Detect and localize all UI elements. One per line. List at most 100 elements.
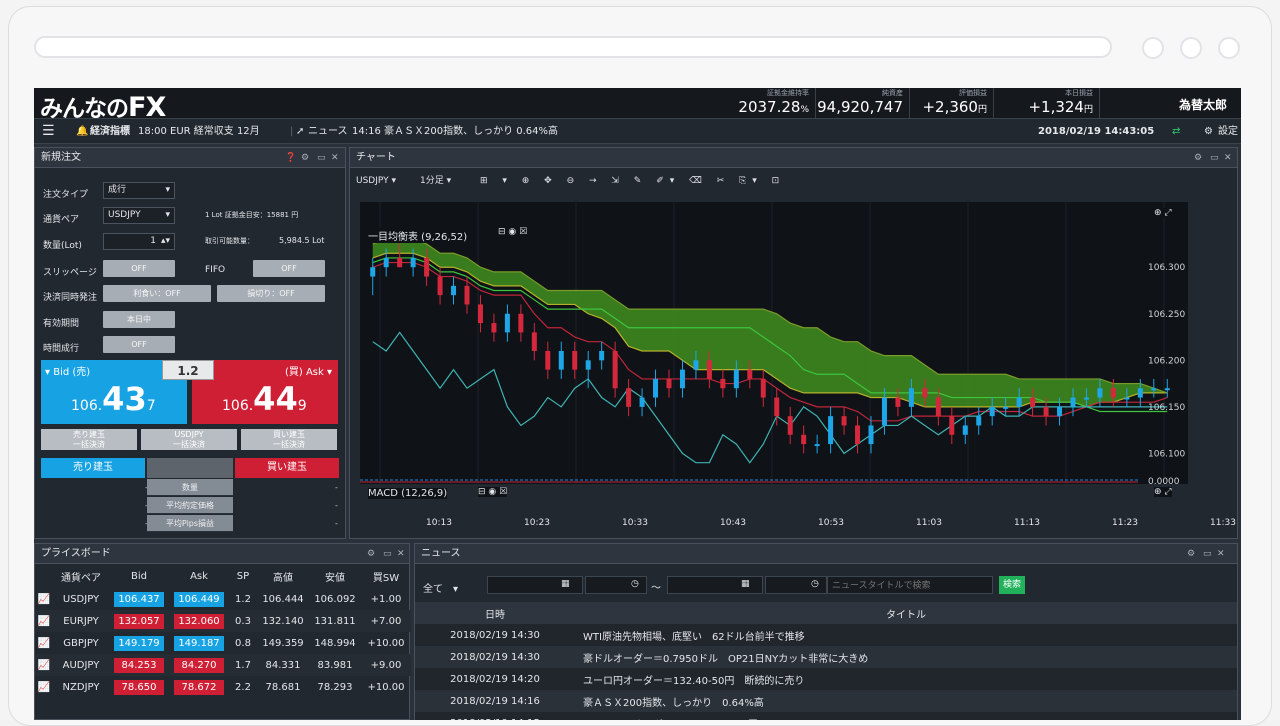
stat-margin-ratio: 証拠金維持率 2037.28%	[710, 88, 816, 118]
candle	[895, 397, 901, 407]
buy-settle-all-button[interactable]: 買い建玉 一括決済	[241, 429, 337, 450]
window-button[interactable]	[1180, 37, 1202, 59]
candle	[774, 397, 780, 417]
news-search-button[interactable]: 検索	[999, 576, 1025, 594]
refresh-icon[interactable]: ⇄	[1172, 119, 1180, 144]
time-market-toggle[interactable]: OFF	[103, 336, 175, 353]
settings-label[interactable]: 設定	[1218, 119, 1238, 144]
price-row[interactable]: 📈 GBPJPY 149.179 149.187 0.8 149.359 148…	[35, 632, 411, 654]
candle	[666, 378, 672, 389]
chart-icon[interactable]: 📈	[35, 588, 53, 610]
minimize-icon[interactable]: ▭	[383, 544, 392, 564]
stop-loss-button[interactable]: 損切り：OFF	[217, 285, 325, 302]
candle	[1083, 397, 1089, 400]
app-header: みんなのFX 証拠金維持率 2037.28% 純資産 94,920,747円 評…	[34, 88, 1241, 133]
macd-label: MACD (12,26,9)	[368, 488, 448, 499]
bid-cell[interactable]: 106.437	[114, 591, 164, 607]
macd-expand-icon[interactable]: ⊕ ⤢	[1154, 487, 1172, 497]
gear-icon[interactable]: ⚙	[1204, 119, 1213, 144]
news-row[interactable]: 2018/02/19 14:16 豪ＡＳＸ200指数、しっかり 0.64%高	[415, 690, 1237, 712]
candle	[653, 378, 659, 398]
calendar-icon[interactable]: ▦	[561, 579, 570, 589]
minimize-icon[interactable]: ▭	[1210, 148, 1219, 168]
chart-pair-select[interactable]: USDJPY ▾	[356, 172, 396, 190]
chart-expand-icon[interactable]: ⊕ ⤢	[1154, 208, 1172, 218]
alert-text[interactable]: 18:00 EUR 経常収支 12月	[138, 119, 260, 144]
expiry-button[interactable]: 本日中	[103, 311, 175, 328]
tradable-label: 取引可能数量：	[205, 237, 254, 245]
chart-icon[interactable]: 📈	[35, 676, 53, 698]
bid-price: 106.437	[71, 380, 156, 418]
close-icon[interactable]: ✕	[1217, 544, 1225, 564]
buy-positions-tab[interactable]: 買い建玉	[235, 458, 339, 478]
news-row[interactable]: 2018/02/19 14:20 ユーロ円オーダー＝132.40-50円 断続的…	[415, 668, 1237, 690]
tradable-value: 5,984.5 Lot	[279, 236, 325, 245]
clock-icon[interactable]: ◷	[631, 579, 639, 589]
rocket-icon: ➚	[296, 126, 305, 137]
address-bar[interactable]	[34, 36, 1112, 58]
gear-icon[interactable]: ⚙	[301, 148, 309, 168]
bid-cell[interactable]: 84.253	[114, 657, 164, 673]
fifo-toggle[interactable]: OFF	[253, 260, 325, 277]
clock-icon[interactable]: ◷	[811, 579, 819, 589]
candle	[855, 425, 861, 445]
pair-settle-all-button[interactable]: USDJPY 一括決済	[141, 429, 237, 450]
calendar-icon[interactable]: ▦	[741, 579, 750, 589]
chart-toolbar[interactable]: ⊞ ▾ ⊕ ✥ ⊖ → ⇲ ✎ ✐▾ ⌫ ✂ ⎘▾ ⊡	[480, 172, 785, 190]
close-icon[interactable]: ✕	[397, 544, 405, 564]
price-row[interactable]: 📈 USDJPY 106.437 106.449 1.2 106.444 106…	[35, 588, 411, 610]
x-tick-label: 11:03	[916, 518, 942, 528]
chart-icon[interactable]: 📈	[35, 654, 53, 676]
ask-cell[interactable]: 84.270	[174, 657, 224, 673]
priceboard-panel: プライスボード ⚙ ▭ ✕ 通貨ペア Bid Ask SP 高値 安値 買SW …	[34, 543, 411, 720]
news-filter-select[interactable]: 全て ▾	[423, 580, 458, 595]
ask-cell[interactable]: 106.449	[174, 591, 224, 607]
window-button[interactable]	[1218, 37, 1240, 59]
gear-icon[interactable]: ⚙	[1187, 544, 1195, 564]
close-icon[interactable]: ✕	[1224, 148, 1232, 168]
gear-icon[interactable]: ⚙	[1194, 148, 1202, 168]
news-row[interactable]: 2018/02/19 14:15 ユーロドルオーダー＝1.2380ドル 買い	[415, 712, 1237, 720]
minimize-icon[interactable]: ▭	[317, 148, 326, 168]
chart-icon[interactable]: 📈	[35, 632, 53, 654]
bid-cell[interactable]: 149.179	[114, 635, 164, 651]
candle	[1124, 397, 1130, 400]
chart-icon[interactable]: 📈	[35, 610, 53, 632]
price-row[interactable]: 📈 EURJPY 132.057 132.060 0.3 132.140 131…	[35, 610, 411, 632]
sell-settle-all-button[interactable]: 売り建玉 一括決済	[41, 429, 137, 450]
candlestick-chart[interactable]: 106.300 106.250 106.200 106.150 106.100 0.000…	[360, 202, 1188, 487]
news-row[interactable]: 2018/02/19 14:30 WTI原油先物相場、底堅い 62ドル台前半で推…	[415, 624, 1237, 646]
hamburger-menu-icon[interactable]: ☰	[42, 119, 55, 144]
quantity-stepper[interactable]: 1 ▴▾	[103, 233, 175, 250]
candle	[747, 369, 753, 379]
news-ticker[interactable]: 14:16 豪ＡＳＸ200指数、しっかり 0.64%高	[352, 119, 558, 144]
minimize-icon[interactable]: ▭	[1203, 544, 1212, 564]
bid-cell[interactable]: 132.057	[114, 613, 164, 629]
price-row[interactable]: 📈 NZDJPY 78.650 78.672 2.2 78.681 78.293…	[35, 676, 411, 698]
candle	[1057, 406, 1063, 417]
macd-controls[interactable]: ⊟ ◉ ☒	[478, 487, 508, 497]
take-profit-button[interactable]: 利食い：OFF	[103, 285, 211, 302]
help-icon[interactable]: ❓	[285, 148, 296, 168]
close-icon[interactable]: ✕	[331, 148, 339, 168]
candle	[1043, 406, 1049, 417]
sell-positions-tab[interactable]: 売り建玉	[41, 458, 145, 478]
x-tick-label: 10:23	[524, 518, 550, 528]
pair-select[interactable]: USDJPY ▾	[103, 207, 175, 224]
window-button[interactable]	[1142, 37, 1164, 59]
slippage-toggle[interactable]: OFF	[103, 260, 175, 277]
ask-cell[interactable]: 132.060	[174, 613, 224, 629]
gear-icon[interactable]: ⚙	[367, 544, 375, 564]
ask-cell[interactable]: 78.672	[174, 679, 224, 695]
x-tick-label: 10:33	[622, 518, 648, 528]
indicator-controls[interactable]: ⊟ ◉ ☒	[498, 227, 528, 237]
user-name[interactable]: 為替太郎	[1179, 96, 1227, 113]
order-type-select[interactable]: 成行 ▾	[103, 182, 175, 199]
chart-panel: チャート ⚙ ▭ ✕ USDJPY ▾ 1分足 ▾ ⊞ ▾ ⊕ ✥ ⊖ → ⇲ …	[349, 147, 1238, 539]
ask-cell[interactable]: 149.187	[174, 635, 224, 651]
bid-cell[interactable]: 78.650	[114, 679, 164, 695]
news-row[interactable]: 2018/02/19 14:30 豪ドルオーダー＝0.7950ドル OP21日N…	[415, 646, 1237, 668]
news-search-input[interactable]	[827, 576, 993, 594]
price-row[interactable]: 📈 AUDJPY 84.253 84.270 1.7 84.331 83.981…	[35, 654, 411, 676]
chart-interval-select[interactable]: 1分足 ▾	[420, 172, 451, 190]
